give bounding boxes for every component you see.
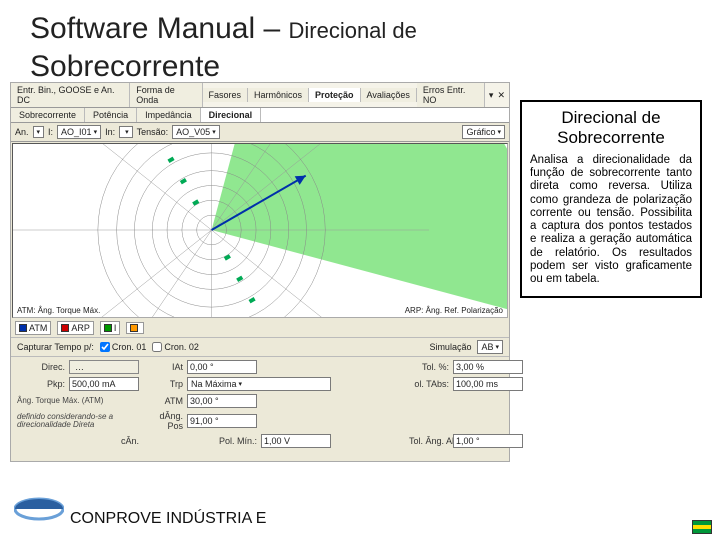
app-window: Entr. Bin., GOOSE e An. DC Forma de Onda… bbox=[10, 82, 510, 462]
tab-forma-onda[interactable]: Forma de Onda bbox=[130, 83, 202, 107]
description-title: Direcional de Sobrecorrente bbox=[530, 108, 692, 148]
tol-tabs-input[interactable]: 100,00 ms bbox=[453, 377, 523, 391]
tol-tabs-label: ol. TAbs: bbox=[409, 379, 449, 389]
sim-label: Simulação bbox=[429, 342, 471, 352]
description-text: Analisa a direcionalidade da função de s… bbox=[530, 154, 692, 286]
tab-entr-bin[interactable]: Entr. Bin., GOOSE e An. DC bbox=[11, 83, 130, 107]
tab-avaliacoes[interactable]: Avaliações bbox=[361, 88, 417, 102]
polmin-label: Pol. Mín.: bbox=[187, 436, 257, 446]
an-label: An. bbox=[15, 127, 29, 137]
atm-heading: Âng. Torque Máx. (ATM) bbox=[17, 397, 139, 405]
an-select[interactable]: ▾ bbox=[33, 126, 45, 138]
capture-label: Capturar Tempo p/: bbox=[17, 342, 94, 352]
capture-row: Capturar Tempo p/: Cron. 01 Cron. 02 Sim… bbox=[11, 337, 509, 357]
legend-4[interactable] bbox=[126, 322, 144, 334]
subtab-sobrecorrente[interactable]: Sobrecorrente bbox=[11, 108, 85, 122]
close-icon[interactable]: ✕ bbox=[497, 90, 505, 101]
atm-note: definido considerando-se a direcionalida… bbox=[17, 413, 139, 430]
sim-select[interactable]: AB▾ bbox=[477, 340, 503, 354]
polmin-input[interactable]: 1,00 V bbox=[261, 434, 331, 448]
direc-button[interactable]: … bbox=[69, 360, 139, 374]
tensao-label: Tensão: bbox=[137, 127, 169, 137]
atm-input[interactable]: 30,00 ° bbox=[187, 394, 257, 408]
i-label: I: bbox=[48, 127, 53, 137]
tol-pct-label: Tol. %: bbox=[409, 362, 449, 372]
footer-text: CONPROVE INDÚSTRIA E bbox=[70, 510, 266, 528]
in-select[interactable]: ▾ bbox=[119, 126, 133, 138]
slide-title: Software Manual – Direcional de bbox=[30, 12, 417, 46]
chart-toolbar: An. ▾ I: AO_I01▾ In: ▾ Tensão: AO_V05▾ G… bbox=[11, 123, 509, 142]
chart-label-atm: ATM: Âng. Torque Máx. bbox=[17, 306, 100, 315]
chart-label-arp: ARP: Âng. Ref. Polarização bbox=[405, 306, 503, 315]
title-sub: Direcional de bbox=[288, 18, 416, 43]
can-label: cÂn. bbox=[69, 436, 139, 446]
tab-harmonicos[interactable]: Harmônicos bbox=[248, 88, 309, 102]
grafico-select[interactable]: Gráfico▾ bbox=[462, 125, 505, 139]
subtab-potencia[interactable]: Potência bbox=[85, 108, 137, 122]
polar-chart[interactable]: ATM: Âng. Torque Máx. ARP: Âng. Ref. Pol… bbox=[12, 143, 508, 318]
flag-icon bbox=[692, 520, 712, 534]
cron1-checkbox[interactable]: Cron. 01 bbox=[100, 342, 147, 352]
title-main: Software Manual – bbox=[30, 12, 288, 45]
tab-fasores[interactable]: Fasores bbox=[203, 88, 249, 102]
trp-select[interactable]: Na Máxima▾ bbox=[187, 377, 331, 391]
description-box: Direcional de Sobrecorrente Analisa a di… bbox=[520, 100, 702, 298]
tensao-select[interactable]: AO_V05▾ bbox=[172, 125, 220, 139]
cron2-checkbox[interactable]: Cron. 02 bbox=[152, 342, 199, 352]
pin-icon[interactable]: ▾ bbox=[489, 90, 494, 101]
subtab-direcional[interactable]: Direcional bbox=[201, 108, 262, 122]
legend-atm[interactable]: ATM bbox=[15, 321, 51, 335]
legend-arp[interactable]: ARP bbox=[57, 321, 94, 335]
tol-pct-input[interactable]: 3,00 % bbox=[453, 360, 523, 374]
dang-input[interactable]: 91,00 ° bbox=[187, 414, 257, 428]
subtab-impedancia[interactable]: Impedância bbox=[137, 108, 201, 122]
tol-ang-input[interactable]: 1,00 ° bbox=[453, 434, 523, 448]
legend-row: ATM ARP I bbox=[11, 319, 509, 337]
sub-tabs: Sobrecorrente Potência Impedância Direci… bbox=[11, 108, 509, 123]
tab-protecao[interactable]: Proteção bbox=[309, 88, 361, 102]
tab-erros[interactable]: Erros Entr. NO bbox=[417, 83, 485, 107]
atm-field-label: ATM bbox=[143, 396, 183, 406]
iat-input[interactable]: 0,00 ° bbox=[187, 360, 257, 374]
controls-grid: Direc. … IAt 0,00 ° Tol. %: 3,00 % Pkp: … bbox=[11, 357, 509, 451]
i-select[interactable]: AO_I01▾ bbox=[57, 125, 101, 139]
legend-i[interactable]: I bbox=[100, 321, 121, 335]
tol-ang-label: Tol. Âng. Abs: bbox=[409, 436, 449, 446]
in-label: In: bbox=[105, 127, 115, 137]
slide-subtitle: Sobrecorrente bbox=[30, 50, 220, 84]
main-tabs: Entr. Bin., GOOSE e An. DC Forma de Onda… bbox=[11, 83, 509, 108]
pkp-label: Pkp: bbox=[17, 379, 65, 389]
pkp-input[interactable]: 500,00 mA bbox=[69, 377, 139, 391]
iat-label: IAt bbox=[143, 362, 183, 372]
logo-swoosh-icon bbox=[14, 496, 64, 522]
dang-label: dÂng. Pos bbox=[143, 411, 183, 431]
trp-label: Trp bbox=[143, 379, 183, 389]
direc-label: Direc. bbox=[17, 362, 65, 372]
